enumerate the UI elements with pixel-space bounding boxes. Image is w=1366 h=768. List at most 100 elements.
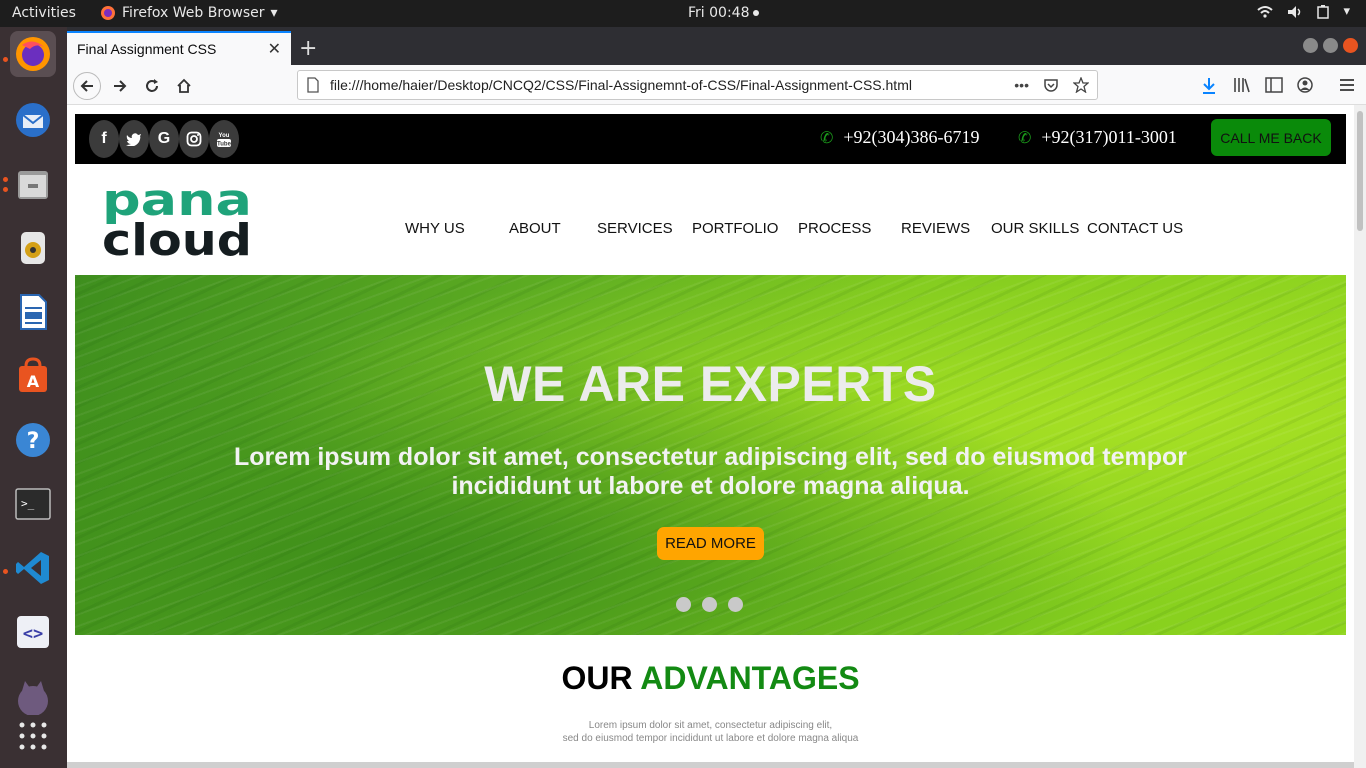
- svg-text:<>: <>: [23, 624, 43, 644]
- forward-button[interactable]: [106, 72, 134, 100]
- vscode-icon: [16, 552, 49, 584]
- carousel-dot[interactable]: [702, 597, 717, 612]
- advantages-title-part1: OUR: [561, 660, 633, 696]
- panacloud-logo[interactable]: pana cloud: [102, 177, 254, 257]
- phone-number-label: +92(304)386-6719: [843, 127, 980, 147]
- arrow-left-icon: [80, 80, 93, 92]
- scrollbar-thumb[interactable]: [1357, 111, 1363, 231]
- twitter-icon[interactable]: [119, 120, 149, 158]
- new-tab-button[interactable]: +: [299, 36, 317, 61]
- running-indicator: [3, 569, 8, 574]
- reload-icon: [146, 79, 158, 92]
- running-indicator: [3, 177, 8, 182]
- carousel-dot[interactable]: [676, 597, 691, 612]
- clock[interactable]: Fri 00:48: [688, 5, 760, 21]
- menu-item-about[interactable]: ABOUT: [509, 220, 561, 237]
- dock-rhythmbox[interactable]: [10, 225, 56, 271]
- carousel-dot[interactable]: [728, 597, 743, 612]
- volume-icon: [1288, 5, 1301, 18]
- dock-firefox[interactable]: [10, 31, 56, 77]
- minimize-button[interactable]: [1303, 38, 1318, 53]
- running-indicator: [3, 57, 8, 62]
- dock-terminal[interactable]: >_: [10, 481, 56, 527]
- tab-bar: Final Assignment CSS ✕ +: [67, 27, 1366, 65]
- clock-label: Fri 00:48: [688, 5, 750, 21]
- close-window-button[interactable]: [1343, 38, 1358, 53]
- youtube-icon[interactable]: You Tube: [209, 120, 239, 158]
- dock-files[interactable]: [10, 161, 56, 207]
- menu-item-portfolio[interactable]: PORTFOLIO: [692, 220, 778, 237]
- thunderbird-icon: [16, 103, 50, 137]
- phone-number-2[interactable]: ✆ +92(317)011-3001: [1018, 127, 1177, 148]
- account-icon[interactable]: [1297, 77, 1313, 93]
- dock-help[interactable]: ?: [10, 417, 56, 463]
- dock-thunderbird[interactable]: [10, 97, 56, 143]
- bookmark-star-icon[interactable]: [1073, 77, 1089, 93]
- horizontal-scrollbar[interactable]: [67, 762, 1354, 768]
- sidebar-icon[interactable]: [1265, 77, 1283, 93]
- advantages-description: Lorem ipsum dolor sit amet, consectetur …: [67, 719, 1354, 745]
- menu-item-reviews[interactable]: REVIEWS: [901, 220, 970, 237]
- navigation-bar: file:///home/haier/Desktop/CNCQ2/CSS/Fin…: [67, 65, 1366, 105]
- svg-text:You: You: [219, 133, 230, 139]
- menu-item-our-skills[interactable]: OUR SKILLS: [991, 220, 1079, 237]
- facebook-icon[interactable]: f: [89, 120, 119, 158]
- software-center-icon: A: [19, 357, 47, 392]
- maximize-button[interactable]: [1323, 38, 1338, 53]
- menu-item-why-us[interactable]: WHY US: [405, 220, 465, 237]
- app-menu[interactable]: Firefox Web Browser ▾: [100, 5, 278, 21]
- home-button[interactable]: [170, 72, 198, 100]
- page-icon: [307, 77, 319, 93]
- logo-bottom-text: cloud: [102, 215, 252, 257]
- wifi-icon: [1257, 5, 1274, 18]
- svg-text:?: ?: [27, 429, 40, 454]
- page-viewport: f G You Tube ✆ +92(304)386-6719 ✆ +92(317…: [67, 105, 1366, 768]
- download-icon[interactable]: [1201, 77, 1217, 95]
- firefox-icon: [101, 6, 115, 20]
- show-applications-button[interactable]: [10, 713, 56, 759]
- system-tray[interactable]: ▾: [1257, 4, 1350, 19]
- chevron-down-icon: ▾: [270, 5, 278, 21]
- phone-number-1[interactable]: ✆ +92(304)386-6719: [820, 127, 980, 148]
- reload-button[interactable]: [138, 72, 166, 100]
- page-actions-icon[interactable]: •••: [1014, 77, 1029, 93]
- running-indicator: [3, 187, 8, 192]
- carousel-dots: [676, 597, 743, 612]
- home-icon: [177, 78, 191, 93]
- menu-item-services[interactable]: SERVICES: [597, 220, 673, 237]
- library-icon[interactable]: [1233, 77, 1251, 93]
- menu-item-contact-us[interactable]: CONTACT US: [1087, 220, 1183, 237]
- tab-final-assignment[interactable]: Final Assignment CSS ✕: [67, 31, 291, 65]
- hero-text: Lorem ipsum dolor sit amet, consectetur …: [234, 443, 1187, 500]
- dock-code-editor[interactable]: <>: [10, 609, 56, 655]
- dock-software-center[interactable]: A: [10, 353, 56, 399]
- back-button[interactable]: [73, 72, 101, 100]
- url-text[interactable]: file:///home/haier/Desktop/CNCQ2/CSS/Fin…: [330, 77, 912, 93]
- chevron-down-icon: ▾: [1343, 4, 1350, 19]
- terminal-icon: >_: [15, 488, 51, 520]
- menu-item-process[interactable]: PROCESS: [798, 220, 871, 237]
- google-icon[interactable]: G: [149, 120, 179, 158]
- dock-libreoffice-writer[interactable]: [10, 289, 56, 335]
- instagram-icon[interactable]: [179, 120, 209, 158]
- hero-title: WE ARE EXPERTS: [484, 356, 937, 412]
- close-tab-icon[interactable]: ✕: [268, 39, 281, 59]
- code-editor-icon: <>: [17, 616, 49, 648]
- url-bar[interactable]: file:///home/haier/Desktop/CNCQ2/CSS/Fin…: [297, 70, 1098, 100]
- call-me-back-button[interactable]: CALL ME BACK: [1211, 119, 1331, 156]
- svg-text:A: A: [27, 372, 40, 391]
- window-controls: [1303, 38, 1358, 53]
- read-more-button[interactable]: READ MORE: [657, 527, 764, 560]
- vertical-scrollbar[interactable]: [1354, 105, 1366, 768]
- cat-app-icon: [18, 681, 48, 715]
- tab-title: Final Assignment CSS: [77, 41, 217, 57]
- phone-icon: ✆: [820, 129, 834, 147]
- svg-text:Tube: Tube: [217, 142, 232, 148]
- dock-vscode[interactable]: [10, 545, 56, 591]
- pocket-icon[interactable]: [1043, 77, 1059, 93]
- rhythmbox-icon: [21, 232, 45, 264]
- hero-banner: WE ARE EXPERTS Lorem ipsum dolor sit ame…: [75, 275, 1346, 635]
- hamburger-menu-icon[interactable]: [1339, 77, 1355, 93]
- social-links: f G You Tube: [89, 120, 239, 158]
- activities-button[interactable]: Activities: [12, 5, 76, 21]
